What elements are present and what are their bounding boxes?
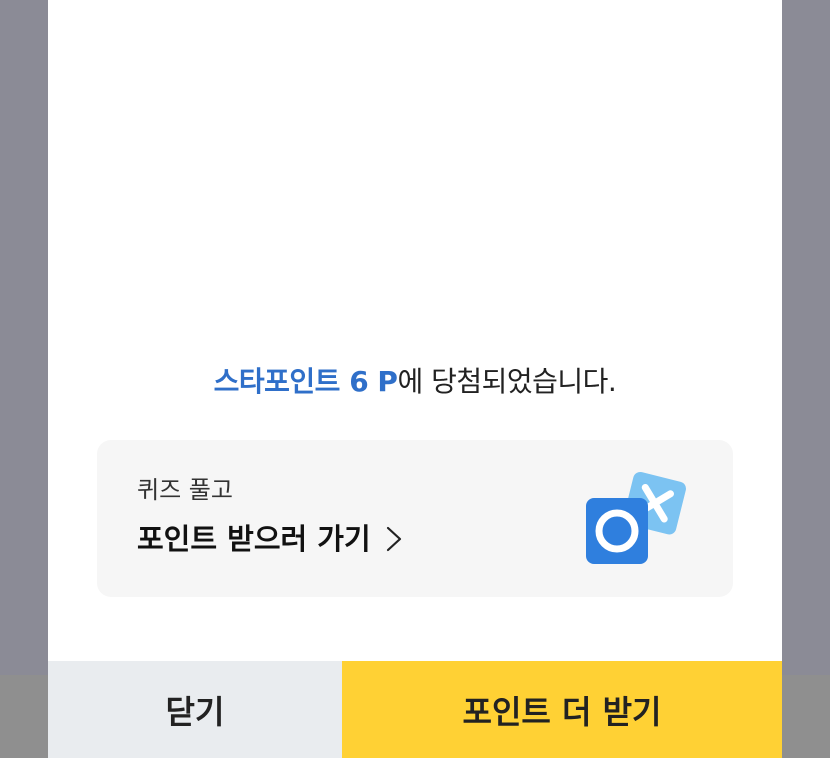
chevron-right-icon	[386, 526, 401, 552]
reward-message-text: 에 당첨되었습니다.	[397, 365, 617, 398]
dialog-buttons: 닫기 포인트 더 받기	[48, 661, 782, 758]
quiz-card-subtitle: 퀴즈 풀고	[137, 476, 233, 504]
reward-amount: 스타포인트 6 P	[213, 365, 398, 398]
close-button[interactable]: 닫기	[48, 661, 342, 758]
quiz-card-link[interactable]: 퀴즈 풀고 포인트 받으러 가기	[97, 440, 733, 597]
reward-dialog: 스타포인트 6 P에 당첨되었습니다. 퀴즈 풀고 포인트 받으러 가기 닫기 …	[48, 0, 782, 758]
quiz-card-title: 포인트 받으러 가기	[137, 522, 371, 556]
quiz-card-title-row: 포인트 받으러 가기	[137, 519, 403, 559]
ox-quiz-icon	[586, 471, 686, 564]
reward-message: 스타포인트 6 P에 당첨되었습니다.	[48, 362, 782, 402]
get-more-points-button[interactable]: 포인트 더 받기	[342, 661, 782, 758]
